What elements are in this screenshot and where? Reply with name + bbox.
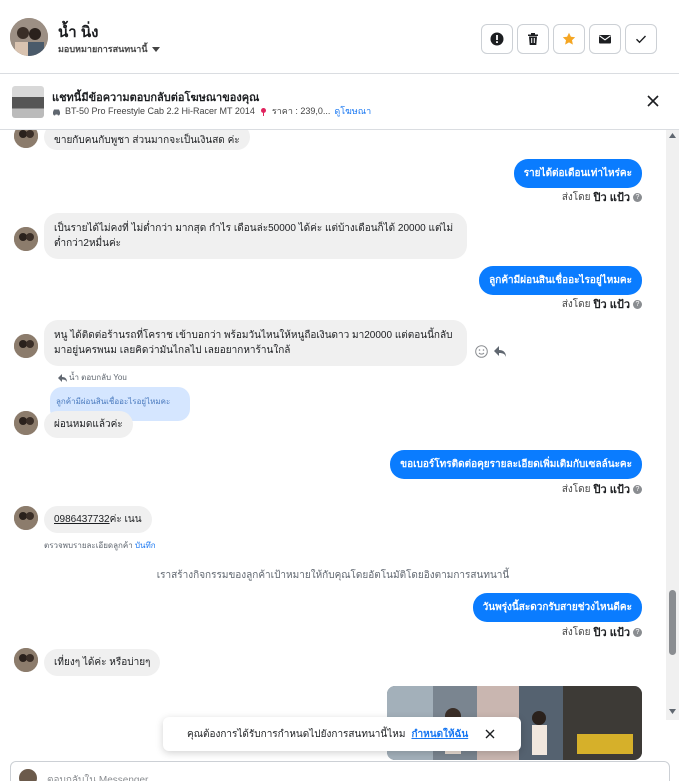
- ad-reply-banner: แชทนี้มีข้อความตอบกลับต่อโฆษณาของคุณ BT-…: [0, 74, 679, 130]
- sender-name: ปิว แป้ว: [593, 627, 630, 639]
- page-avatar: [19, 769, 37, 781]
- incoming-message[interactable]: ขายกับคนกับพูชา ส่วนมากจะเป็นเงินสด ค่ะ: [44, 130, 250, 150]
- outgoing-message[interactable]: รายได้ต่อเดือนเท่าไหร่คะ: [513, 159, 642, 188]
- scroll-thumb[interactable]: [669, 590, 676, 655]
- help-icon[interactable]: ?: [633, 484, 642, 494]
- pin-icon: [260, 107, 266, 116]
- ad-thumbnail[interactable]: [12, 86, 44, 118]
- assign-prompt-toast: คุณต้องการได้รับการกำหนดไปยังการสนทนานี้…: [163, 717, 521, 751]
- ad-price: ราคา : 239,0...: [271, 106, 331, 116]
- sender-name: ปิว แป้ว: [593, 484, 630, 496]
- sender-avatar[interactable]: [14, 227, 38, 251]
- incoming-message[interactable]: เที่ยงๆ ได้ค่ะ หรือบ่ายๆ: [44, 649, 161, 676]
- thread-scrollbar[interactable]: [666, 130, 679, 720]
- sender-name: ปิว แป้ว: [593, 192, 630, 204]
- message-composer: ตอบกลับใน Messenger...: [0, 760, 679, 781]
- sender-avatar[interactable]: [14, 334, 38, 358]
- star-icon: [562, 32, 576, 45]
- message-text: ค่ะ เนน: [109, 514, 142, 525]
- sender-name: ปิว แป้ว: [593, 299, 630, 311]
- sender-avatar[interactable]: [14, 648, 38, 672]
- star-button[interactable]: [553, 24, 585, 54]
- sender-avatar[interactable]: [14, 411, 38, 435]
- trash-icon: [528, 33, 538, 45]
- mark-done-button[interactable]: [625, 24, 657, 54]
- incoming-message[interactable]: เป็นรายได้ไม่คงที่ ไม่ต่ำกว่า มากสุด กำไ…: [44, 213, 467, 259]
- reply-icon[interactable]: [493, 345, 507, 358]
- message-thread[interactable]: ขายกับคนกับพูชา ส่วนมากจะเป็นเงินสด ค่ะ …: [0, 130, 666, 760]
- customer-detail-note: ตรวจพบรายละเอียดลูกค้า บันทึก: [44, 539, 156, 552]
- contact-avatar[interactable]: [10, 18, 48, 56]
- sent-by-prefix: ส่งโดย: [561, 298, 591, 310]
- sent-by-prefix: ส่งโดย: [561, 626, 591, 638]
- check-icon: [636, 35, 647, 44]
- sent-by-label: ส่งโดย ปิว แป้ว ?: [562, 295, 642, 313]
- incoming-message[interactable]: หนู ได้ติดต่อร้านรถที่โคราช เข้าบอกว่า พ…: [44, 320, 467, 366]
- assign-to-me-link[interactable]: กำหนดให้ฉัน: [411, 727, 468, 742]
- help-icon[interactable]: ?: [633, 192, 642, 202]
- assign-dropdown[interactable]: มอบหมายการสนทนานี้: [58, 42, 160, 56]
- assign-label: มอบหมายการสนทนานี้: [58, 44, 148, 54]
- scroll-up-icon[interactable]: [669, 133, 676, 138]
- conversation-header: น้ำ นิ่ง มอบหมายการสนทนานี้: [0, 0, 679, 74]
- alert-icon: [490, 32, 504, 46]
- outgoing-message[interactable]: ขอเบอร์โทรติดต่อคุยรายละเอียดเพิ่มเติมกั…: [390, 450, 642, 479]
- sender-avatar[interactable]: [14, 506, 38, 530]
- reply-placeholder: ตอบกลับใน Messenger...: [47, 775, 157, 781]
- scroll-down-icon[interactable]: [669, 709, 676, 714]
- reply-meta-text: น้ำ ตอบกลับ You: [69, 373, 127, 382]
- ad-item-name: BT-50 Pro Freestyle Cab 2.2 Hi-Racer MT …: [65, 106, 255, 116]
- sent-by-prefix: ส่งโดย: [561, 483, 591, 495]
- close-icon[interactable]: [484, 728, 496, 740]
- mark-unread-button[interactable]: [589, 24, 621, 54]
- caret-down-icon: [151, 46, 160, 52]
- reply-input[interactable]: ตอบกลับใน Messenger...: [10, 761, 670, 781]
- sent-by-label: ส่งโดย ปิว แป้ว ?: [562, 480, 642, 498]
- toast-text: คุณต้องการได้รับการกำหนดไปยังการสนทนานี้…: [187, 728, 406, 740]
- system-message: เราสร้างกิจกรรมของลูกค้าเป้าหมายให้กับคุ…: [156, 570, 510, 581]
- note-text: ตรวจพบรายละเอียดลูกค้า: [44, 541, 133, 550]
- contact-name: น้ำ นิ่ง: [58, 24, 99, 41]
- reply-arrow-icon: [58, 373, 67, 382]
- sent-by-label: ส่งโดย ปิว แป้ว ?: [562, 623, 642, 641]
- incoming-message[interactable]: ผ่อนหมดแล้วค่ะ: [44, 411, 133, 438]
- close-icon[interactable]: [645, 93, 661, 109]
- incoming-message[interactable]: 0986437732ค่ะ เนน: [44, 506, 152, 533]
- outgoing-message[interactable]: วันพรุ่งนี้สะดวกรับสายช่วงไหนดีคะ: [472, 593, 642, 622]
- outgoing-message[interactable]: ลูกค้ามีผ่อนสินเชื่ออะไรอยู่ไหมคะ: [479, 266, 642, 295]
- sent-by-prefix: ส่งโดย: [561, 191, 591, 203]
- sent-by-label: ส่งโดย ปิว แป้ว ?: [562, 188, 642, 206]
- banner-subtitle: BT-50 Pro Freestyle Cab 2.2 Hi-Racer MT …: [52, 104, 371, 118]
- help-icon[interactable]: ?: [633, 627, 642, 637]
- help-icon[interactable]: ?: [633, 299, 642, 309]
- phone-number-link[interactable]: 0986437732: [54, 514, 110, 525]
- sender-avatar[interactable]: [14, 130, 38, 148]
- envelope-icon: [599, 35, 611, 44]
- car-icon: [53, 109, 60, 115]
- react-icon[interactable]: [475, 345, 488, 358]
- delete-button[interactable]: [517, 24, 549, 54]
- view-ad-link[interactable]: ดูโฆษณา: [334, 104, 371, 118]
- reply-meta: น้ำ ตอบกลับ You: [58, 371, 127, 384]
- save-link[interactable]: บันทึก: [135, 541, 156, 550]
- flag-spam-button[interactable]: [481, 24, 513, 54]
